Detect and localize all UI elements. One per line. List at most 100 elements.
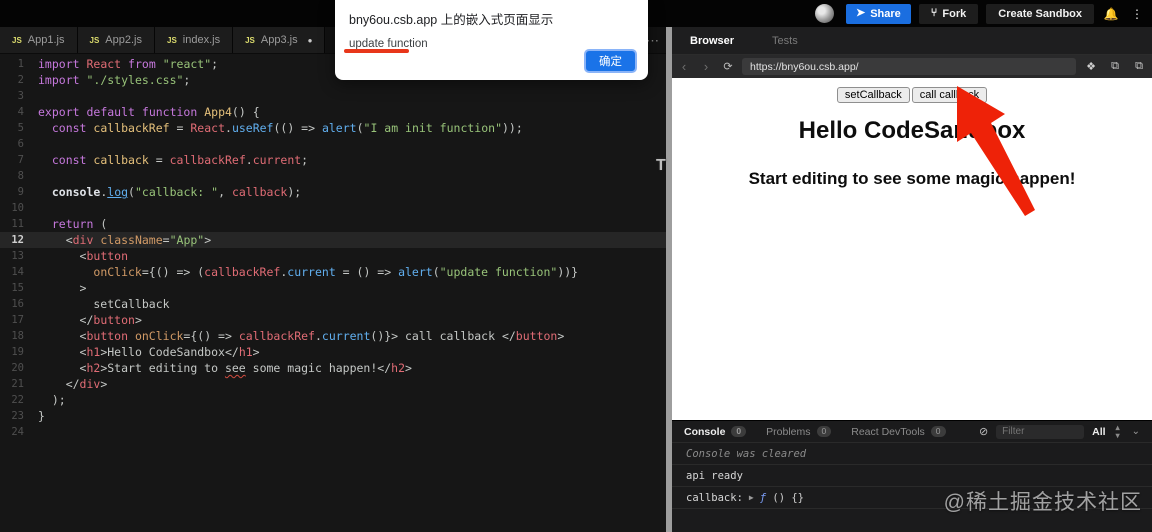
- alert-dialog-message: update function: [349, 38, 428, 50]
- console-cleared-text: Console was cleared: [686, 447, 807, 460]
- code-text: export default function App4() {: [38, 105, 260, 119]
- url-bar[interactable]: https://bny6ou.csb.app/: [742, 58, 1076, 75]
- count-badge: 0: [816, 426, 832, 437]
- open-in-new-window-icon[interactable]: ⧉: [1106, 60, 1124, 73]
- line-number: 13: [11, 250, 24, 262]
- console-filter-input[interactable]: [996, 424, 1085, 439]
- console-tab-react-devtools[interactable]: React DevTools 0: [851, 425, 946, 438]
- fork-label: Fork: [942, 7, 967, 20]
- console-tab-bar: Console 0 Problems 0 React DevTools 0 ⊘ All ▴…: [672, 421, 1152, 443]
- console-tab-label: Console: [684, 425, 726, 438]
- code-text: import React from "react";: [38, 57, 219, 71]
- notifications-bell-icon[interactable]: 🔔: [1102, 7, 1120, 21]
- code-text: <div className="App">: [38, 233, 212, 247]
- fork-icon: ⑂: [930, 7, 938, 19]
- popout-window-icon[interactable]: ⧉: [1130, 60, 1148, 73]
- console-tab-console[interactable]: Console 0: [684, 425, 747, 438]
- alert-dialog: bny6ou.csb.app 上的嵌入式页面显示 update function…: [335, 0, 648, 80]
- clear-console-icon[interactable]: ⊘: [979, 425, 988, 438]
- code-line: 15 >: [0, 280, 666, 296]
- code-line: 19 <h1>Hello CodeSandbox</h1>: [0, 344, 666, 360]
- preview-tab-bar: Browser Tests: [672, 27, 1152, 55]
- code-text: onClick={() => (callbackRef.current = ()…: [93, 265, 579, 279]
- function-value: ƒ () {}: [759, 491, 804, 504]
- responsive-mode-icon[interactable]: ❖: [1082, 60, 1100, 73]
- tab-browser[interactable]: Browser: [690, 35, 734, 47]
- share-label: Share: [870, 7, 901, 20]
- line-number: 3: [17, 90, 24, 102]
- console-controls: ⊘ All ▴▾ ⌄: [979, 422, 1140, 440]
- code-line: 17 </button>: [0, 312, 666, 328]
- alert-dialog-title: bny6ou.csb.app 上的嵌入式页面显示: [349, 13, 554, 27]
- tab-tests[interactable]: Tests: [772, 35, 798, 47]
- editor-tab-App2.js[interactable]: JS App2.js: [77, 27, 155, 53]
- code-text: return (: [51, 217, 108, 231]
- log-level-select[interactable]: All ▴ ▾: [1092, 422, 1120, 440]
- fork-button[interactable]: ⑂ Fork: [918, 3, 979, 24]
- reload-icon[interactable]: ⟳: [720, 60, 736, 73]
- code-line: 11 return (: [0, 216, 666, 232]
- back-icon[interactable]: ‹: [676, 59, 692, 74]
- more-menu-icon[interactable]: ⋮: [1128, 7, 1146, 21]
- console-tab-problems[interactable]: Problems 0: [766, 426, 832, 438]
- code-line: 12 <div className="App">: [0, 232, 666, 248]
- console-log-text: api ready: [686, 469, 743, 482]
- line-number: 18: [11, 330, 24, 342]
- code-text: const callback = callbackRef.current;: [51, 153, 309, 167]
- share-button[interactable]: ➤ Share: [846, 3, 911, 24]
- user-avatar[interactable]: [815, 4, 834, 23]
- editor-tab-index.js[interactable]: JS index.js: [155, 27, 234, 53]
- js-file-icon: JS: [167, 35, 177, 45]
- line-number: 21: [11, 378, 24, 390]
- code-line: 8: [0, 168, 666, 184]
- watermark: @稀土掘金技术社区: [943, 491, 1142, 514]
- collapse-console-icon[interactable]: ⌄: [1132, 426, 1140, 437]
- line-number: 24: [11, 426, 24, 438]
- code-area[interactable]: 1 import React from "react"; 2 import "./st…: [0, 54, 666, 440]
- editor-tab-label: index.js: [182, 34, 221, 46]
- line-number: 9: [17, 186, 24, 198]
- code-text: console.log("callback: ", callback);: [51, 185, 302, 199]
- code-line: 10: [0, 200, 666, 216]
- browser-nav-bar: ‹ › ⟳ https://bny6ou.csb.app/ ❖ ⧉ ⧉: [672, 55, 1152, 78]
- code-line: 4 export default function App4() {: [0, 104, 666, 120]
- editor-tab-label: App1.js: [27, 34, 65, 46]
- editor-tab-label: App3.js: [260, 34, 298, 46]
- code-text: >: [38, 281, 87, 295]
- preview-panel: Browser Tests ‹ › ⟳ https://bny6ou.csb.a…: [672, 27, 1152, 532]
- line-number: 5: [17, 122, 24, 134]
- code-text: }: [38, 409, 45, 423]
- call-callback-button[interactable]: call callback: [911, 87, 988, 103]
- code-text: import "./styles.css";: [38, 73, 191, 87]
- code-line: 3: [0, 88, 666, 104]
- code-line: 5 const callbackRef = React.useRef(() =>…: [0, 120, 666, 136]
- editor-tab-App1.js[interactable]: JS App1.js: [0, 27, 78, 53]
- line-number: 8: [17, 170, 24, 182]
- code-line: 9 console.log("callback: ", callback);: [0, 184, 666, 200]
- create-sandbox-button[interactable]: Create Sandbox: [986, 3, 1094, 24]
- divider-t-handle: T: [656, 157, 666, 174]
- code-line: 7 const callback = callbackRef.current;: [0, 152, 666, 168]
- line-number: 17: [11, 314, 24, 326]
- codesandbox-window: ➤ Share ⑂ Fork Create Sandbox 🔔 ⋮ JS App1…: [0, 0, 1152, 532]
- code-line: 22 );: [0, 392, 666, 408]
- select-arrows-icon: ▴ ▾: [1115, 422, 1120, 440]
- share-arrow-icon: ➤: [856, 7, 866, 19]
- editor-tab-App3.js[interactable]: JS App3.js ●: [233, 27, 326, 53]
- console-tab-label: React DevTools: [851, 425, 925, 438]
- line-number: 22: [11, 394, 24, 406]
- code-line: 13 <button: [0, 248, 666, 264]
- dialog-ok-button[interactable]: 确定: [584, 49, 637, 73]
- code-line: 24: [0, 424, 666, 440]
- forward-icon[interactable]: ›: [698, 59, 714, 74]
- setcallback-button[interactable]: setCallback: [836, 87, 910, 103]
- expand-triangle-icon[interactable]: ▶: [749, 493, 754, 502]
- console-log-label: callback:: [686, 491, 743, 504]
- line-number: 7: [17, 154, 24, 166]
- code-text: );: [38, 393, 66, 407]
- preview-subheading: Start editing to see some magic happen!: [748, 169, 1076, 188]
- count-badge: 0: [731, 426, 747, 437]
- line-number: 16: [11, 298, 24, 310]
- line-number: 20: [11, 362, 24, 374]
- code-text: <h1>Hello CodeSandbox</h1>: [38, 345, 260, 359]
